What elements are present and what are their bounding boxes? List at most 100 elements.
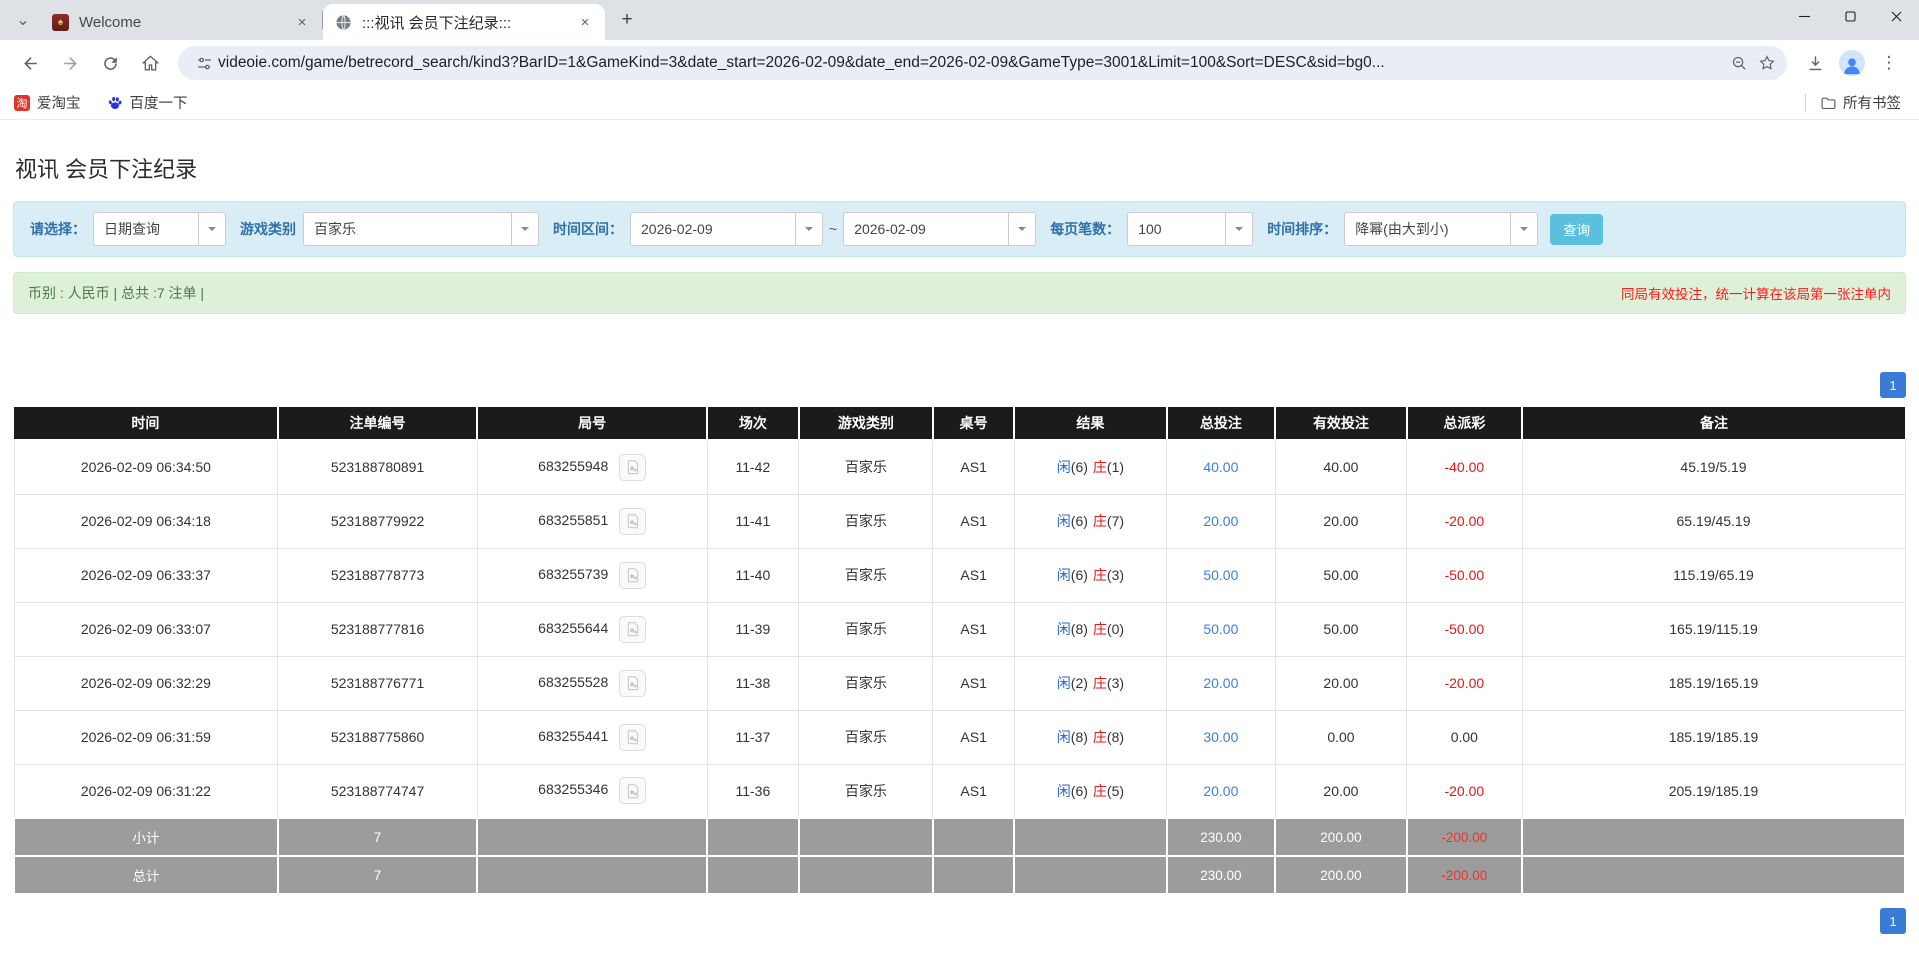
- table-row: 2026-02-09 06:32:29 523188776771 6832555…: [13, 655, 1906, 711]
- subtotal-total-bet: 230.00: [1165, 817, 1277, 857]
- cell-session: 11-40: [706, 547, 800, 603]
- table-row: 2026-02-09 06:33:37 523188778773 6832557…: [13, 547, 1906, 603]
- tab-welcome[interactable]: ♠ Welcome ×: [40, 4, 322, 40]
- tab-close-icon[interactable]: ×: [292, 12, 312, 32]
- per-page-select[interactable]: 100: [1127, 212, 1254, 246]
- chevron-down-icon: [1225, 213, 1252, 245]
- bookmark-aitaobao[interactable]: 淘 爱淘宝: [14, 92, 81, 113]
- bookmark-star-icon[interactable]: [1753, 49, 1781, 77]
- col-total-bet: 总投注: [1165, 407, 1277, 441]
- close-button[interactable]: [1873, 0, 1919, 32]
- cell-valid-bet: 50.00: [1274, 601, 1408, 657]
- profile-avatar[interactable]: [1839, 50, 1865, 76]
- cell-time: 2026-02-09 06:31:22: [13, 763, 279, 819]
- sort-select[interactable]: 降幂(由大到小): [1344, 212, 1539, 246]
- home-icon[interactable]: [133, 46, 167, 80]
- video-replay-icon[interactable]: [619, 507, 647, 535]
- folder-icon: [1820, 95, 1836, 111]
- forward-icon[interactable]: [53, 46, 87, 80]
- cell-remark: 185.19/165.19: [1521, 655, 1906, 711]
- bookmark-label: 百度一下: [129, 96, 188, 112]
- cell-payout: -20.00: [1406, 763, 1523, 819]
- all-bookmarks-label: 所有书签: [1843, 96, 1901, 112]
- chevron-down-icon: [511, 213, 538, 245]
- maximize-button[interactable]: [1827, 0, 1873, 32]
- address-bar[interactable]: videoie.com/game/betrecord_search/kind3?…: [178, 46, 1787, 80]
- total-total-bet: 230.00: [1165, 855, 1277, 895]
- page-1-button[interactable]: 1: [1880, 908, 1906, 934]
- video-replay-icon[interactable]: [619, 777, 647, 805]
- chevron-down-icon: [1008, 213, 1035, 245]
- minimize-button[interactable]: [1781, 0, 1827, 32]
- per-page-label: 每页笔数：: [1050, 221, 1121, 237]
- banker-result: 庄: [1092, 513, 1107, 529]
- chevron-down-icon: ⌄: [16, 12, 30, 29]
- all-bookmarks-button[interactable]: 所有书签: [1820, 92, 1901, 113]
- table-row: 2026-02-09 06:34:18 523188779922 6832558…: [13, 493, 1906, 549]
- browser-tab-strip: ⌄ ♠ Welcome × :::视讯 会员下注纪录::: × +: [0, 0, 1919, 40]
- subtotal-label: 小计: [13, 817, 279, 857]
- video-replay-icon[interactable]: [619, 453, 647, 481]
- plus-icon: +: [621, 9, 633, 30]
- cell-session: 11-41: [706, 493, 800, 549]
- site-info-icon[interactable]: [190, 49, 218, 77]
- total-payout: -200.00: [1405, 855, 1524, 895]
- zoom-icon[interactable]: [1725, 49, 1753, 77]
- cell-session: 11-38: [706, 655, 800, 711]
- bookmark-baidu[interactable]: 百度一下: [107, 92, 188, 113]
- cell-payout: -20.00: [1406, 655, 1523, 711]
- date-start-select[interactable]: 2026-02-09: [630, 212, 823, 246]
- cell-game-kind: 百家乐: [798, 601, 934, 657]
- player-result: 闲: [1056, 621, 1071, 637]
- banker-result: 庄: [1092, 782, 1107, 799]
- table-body: 2026-02-09 06:34:50 523188780891 6832559…: [13, 439, 1906, 819]
- cell-result: 闲(2) 庄(3): [1013, 655, 1168, 711]
- cell-game-kind: 百家乐: [798, 439, 934, 495]
- back-icon[interactable]: [13, 46, 47, 80]
- round-number: 683255851: [538, 511, 609, 528]
- cell-bet-id: 523188779922: [277, 493, 478, 549]
- cell-round: 683255441: [476, 709, 708, 765]
- cell-game-kind: 百家乐: [798, 709, 934, 765]
- cell-table: AS1: [932, 763, 1015, 819]
- video-replay-icon[interactable]: [619, 615, 647, 643]
- tab-betrecord[interactable]: :::视讯 会员下注纪录::: ×: [323, 4, 605, 40]
- cell-valid-bet: 20.00: [1274, 493, 1408, 549]
- reload-icon[interactable]: [93, 46, 127, 80]
- cell-round: 683255851: [476, 493, 708, 549]
- new-tab-button[interactable]: +: [613, 6, 641, 34]
- tab-search-button[interactable]: ⌄: [6, 3, 40, 37]
- cell-result: 闲(8) 庄(8): [1013, 709, 1168, 765]
- col-valid-bet: 有效投注: [1274, 407, 1408, 441]
- browser-menu-icon[interactable]: ⋮: [1872, 46, 1906, 80]
- round-number: 683255346: [538, 781, 609, 798]
- player-result: 闲: [1056, 729, 1071, 745]
- cell-payout: 0.00: [1406, 709, 1523, 765]
- cell-game-kind: 百家乐: [798, 763, 934, 819]
- cell-session: 11-39: [706, 601, 800, 657]
- page-1-button[interactable]: 1: [1880, 372, 1906, 398]
- video-replay-icon[interactable]: [619, 723, 647, 751]
- tab-close-icon[interactable]: ×: [575, 12, 595, 32]
- query-type-select[interactable]: 日期查询: [93, 212, 226, 246]
- col-round: 局号: [476, 407, 709, 441]
- total-row: 总计 7 230.00 200.00 -200.00: [13, 855, 1906, 895]
- cell-total-bet: 20.00: [1166, 655, 1276, 711]
- video-replay-icon[interactable]: [619, 561, 647, 589]
- col-bet-id: 注单编号: [276, 407, 479, 441]
- cell-result: 闲(6) 庄(3): [1013, 547, 1168, 603]
- game-kind-select[interactable]: 百家乐: [303, 212, 539, 246]
- player-result: 闲: [1056, 513, 1071, 529]
- banker-result: 庄: [1092, 675, 1107, 691]
- url-text[interactable]: videoie.com/game/betrecord_search/kind3?…: [218, 54, 1725, 72]
- date-end-select[interactable]: 2026-02-09: [843, 212, 1037, 246]
- col-time: 时间: [14, 407, 279, 441]
- cell-result: 闲(6) 庄(7): [1013, 493, 1168, 549]
- cell-remark: 205.19/185.19: [1521, 763, 1906, 819]
- cell-table: AS1: [932, 493, 1015, 549]
- cell-game-kind: 百家乐: [798, 493, 934, 549]
- downloads-icon[interactable]: [1798, 46, 1832, 80]
- page-content: 视讯 会员下注纪录 请选择： 日期查询 游戏类别 百家乐 时间区间： 2026-…: [0, 152, 1919, 934]
- search-button[interactable]: 查询: [1550, 213, 1604, 245]
- video-replay-icon[interactable]: [619, 669, 647, 697]
